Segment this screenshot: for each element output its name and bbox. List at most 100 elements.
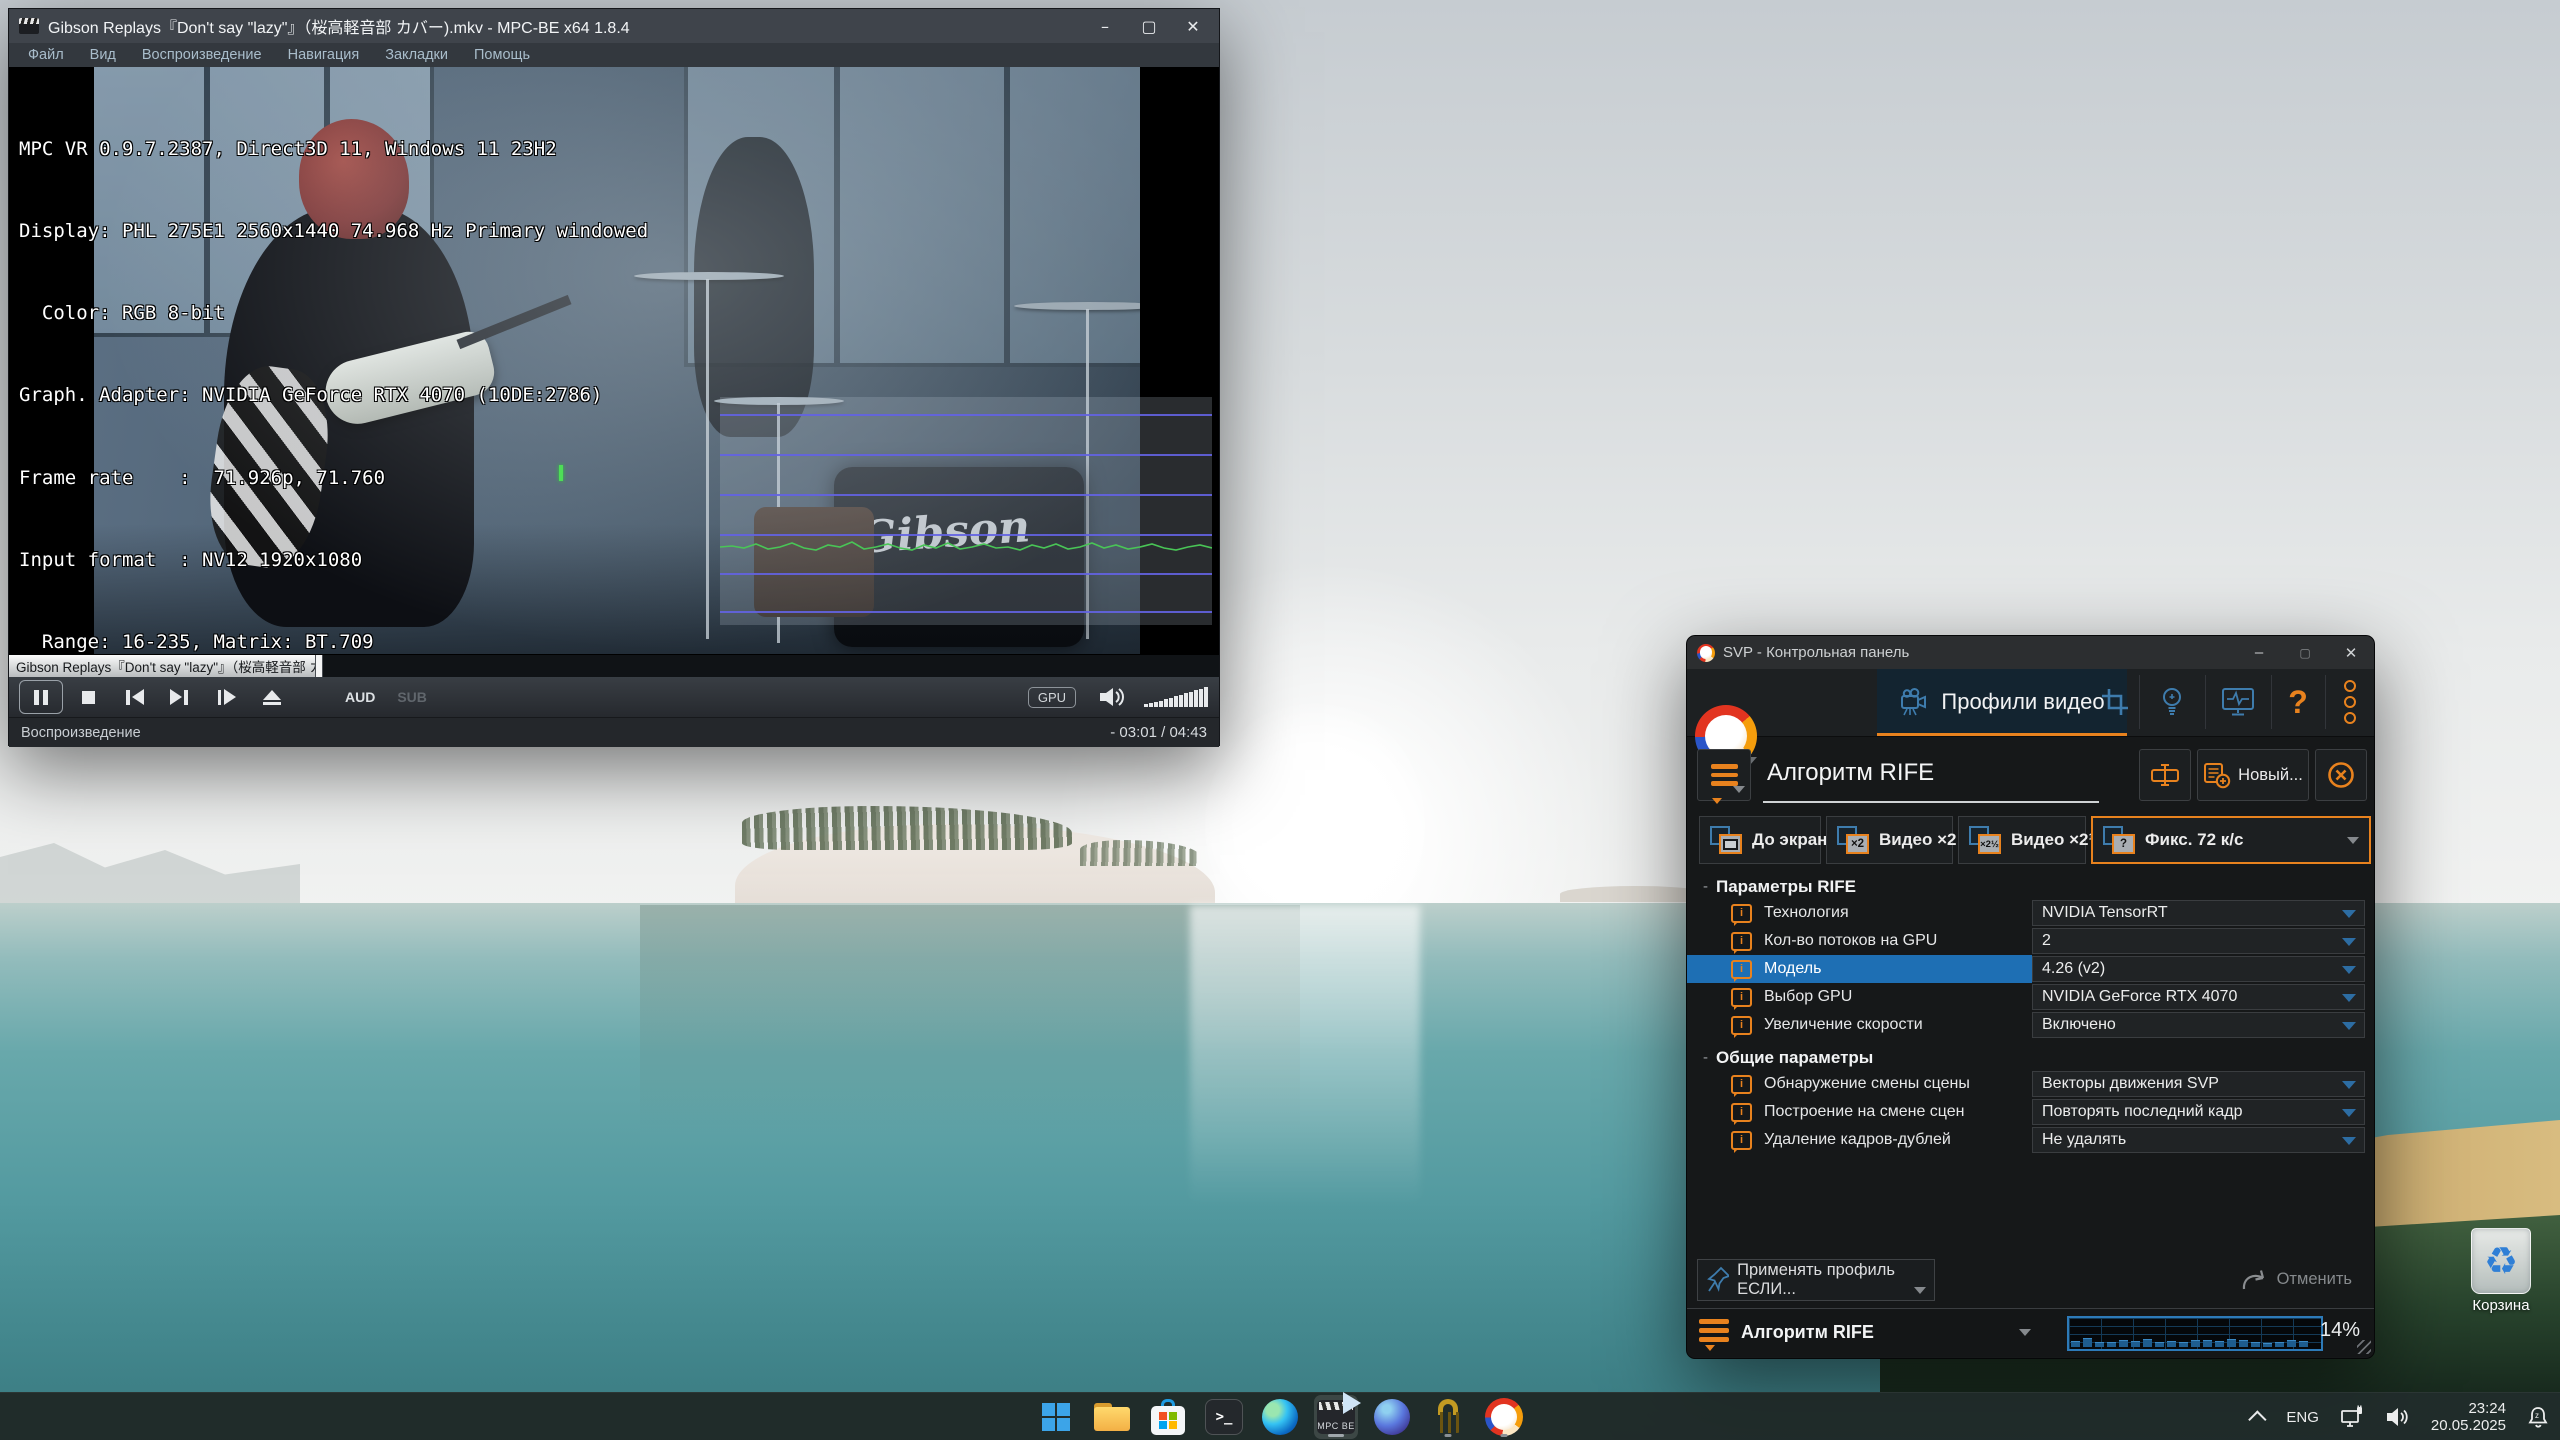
info-icon: i	[1731, 1131, 1752, 1150]
preset-fixed-72fps[interactable]: ? Фикс. 72 к/с	[2091, 816, 2371, 864]
preset-video-x2[interactable]: ×2 Видео ×2	[1826, 816, 1953, 864]
delete-profile-button[interactable]	[2315, 749, 2367, 801]
speed-boost-dropdown[interactable]: Включено	[2032, 1012, 2365, 1038]
stop-button[interactable]	[67, 681, 109, 713]
gpu-threads-dropdown[interactable]: 2	[2032, 928, 2365, 954]
crop-tool-button[interactable]	[2091, 669, 2139, 735]
taskbar-microsoft-store[interactable]	[1146, 1395, 1190, 1439]
row-duplicate-removal[interactable]: i Удаление кадров-дублей Не удалять	[1687, 1126, 2374, 1154]
preset-dropdown-caret[interactable]	[2347, 837, 2359, 844]
maximize-button[interactable]: ▢	[1127, 11, 1171, 41]
row-scene-change-frames[interactable]: i Построение на смене сцен Повторять пос…	[1687, 1098, 2374, 1126]
volume-slider[interactable]	[1144, 687, 1209, 707]
taskbar-edge[interactable]	[1258, 1395, 1302, 1439]
video-area[interactable]: Gibson MPC	[9, 67, 1219, 654]
kebab-menu-icon	[2344, 680, 2356, 724]
row-gpu-threads[interactable]: i Кол-во потоков на GPU 2	[1687, 927, 2374, 955]
row-scene-detection[interactable]: i Обнаружение смены сцены Векторы движен…	[1687, 1070, 2374, 1098]
menu-file[interactable]: Файл	[15, 47, 77, 63]
minimize-button[interactable]: –	[1083, 11, 1127, 41]
taskbar-terminal[interactable]: >_	[1202, 1395, 1246, 1439]
gpu-indicator-button[interactable]: GPU	[1028, 687, 1076, 708]
scene-change-dropdown[interactable]: Повторять последний кадр	[2032, 1099, 2365, 1125]
menu-playback[interactable]: Воспроизведение	[129, 47, 275, 63]
menu-bookmarks[interactable]: Закладки	[372, 47, 461, 63]
svp-titlebar[interactable]: SVP - Контрольная панель – ▢ ✕	[1687, 636, 2374, 669]
profile-name-input[interactable]: Алгоритм RIFE	[1767, 759, 1934, 787]
resize-grip[interactable]	[2357, 1340, 2371, 1354]
running-indicator	[1445, 1434, 1452, 1437]
row-model[interactable]: i Модель 4.26 (v2)	[1687, 955, 2374, 983]
performance-monitor-button[interactable]	[2205, 669, 2271, 735]
settings-tree: - Параметры RIFE i Технология NVIDIA Ten…	[1687, 874, 2374, 1154]
close-button[interactable]: ✕	[1171, 11, 1215, 41]
start-button[interactable]	[1034, 1395, 1078, 1439]
previous-button[interactable]	[113, 681, 155, 713]
minimize-button[interactable]: –	[2236, 636, 2282, 669]
apply-profile-if-button[interactable]: Применять профиль ЕСЛИ...	[1697, 1259, 1935, 1301]
dropdown-caret	[2342, 966, 2356, 974]
stop-icon	[82, 691, 95, 704]
taskbar-mpc-be[interactable]: MPC BE	[1314, 1395, 1358, 1439]
dropdown-value: 2	[2042, 932, 2051, 950]
model-dropdown[interactable]: 4.26 (v2)	[2032, 956, 2365, 982]
profile-menu-button[interactable]	[1697, 749, 1751, 801]
section-rife-params[interactable]: - Параметры RIFE	[1687, 874, 2374, 899]
rename-profile-button[interactable]	[2139, 749, 2191, 801]
menu-navigation[interactable]: Навигация	[275, 47, 373, 63]
notification-center-button[interactable]: z	[2526, 1404, 2550, 1430]
new-profile-button[interactable]: Новый...	[2197, 749, 2309, 801]
footer-profile-menu[interactable]	[1699, 1319, 1729, 1342]
row-speed-boost[interactable]: i Увеличение скорости Включено	[1687, 1011, 2374, 1039]
next-button[interactable]	[159, 681, 201, 713]
undo-button[interactable]: Отменить	[2239, 1266, 2352, 1292]
video-camera-icon	[1899, 688, 1929, 716]
subtitle-track-button[interactable]: SUB	[397, 689, 427, 705]
row-gpu-select[interactable]: i Выбор GPU NVIDIA GeForce RTX 4070	[1687, 983, 2374, 1011]
duplicate-removal-dropdown[interactable]: Не удалять	[2032, 1127, 2365, 1153]
technology-dropdown[interactable]: NVIDIA TensorRT	[2032, 900, 2365, 926]
eject-icon	[263, 690, 281, 705]
hidden-icons-chevron[interactable]	[2249, 1410, 2267, 1428]
taskbar-sphere-app[interactable]	[1370, 1395, 1414, 1439]
crop-icon	[2100, 687, 2130, 717]
preset-video-x25[interactable]: ×2½ Видео ×2½	[1958, 816, 2086, 864]
lightbulb-icon	[2159, 686, 2185, 718]
seekbar-position-marker[interactable]	[315, 655, 323, 677]
recycle-bin[interactable]: ♻ Корзина	[2446, 1228, 2556, 1324]
tab-video-profiles[interactable]: Профили видео	[1877, 669, 2127, 735]
taskbar-file-explorer[interactable]	[1090, 1395, 1134, 1439]
gpu-select-dropdown[interactable]: NVIDIA GeForce RTX 4070	[2032, 984, 2365, 1010]
clock[interactable]: 23:24 20.05.2025	[2431, 1400, 2506, 1434]
recycle-bin-label: Корзина	[2446, 1297, 2556, 1314]
mute-button[interactable]	[1098, 686, 1126, 708]
seekbar[interactable]: Gibson Replays『Don't say "lazy"』（桜高軽音部 カ…	[9, 654, 1219, 677]
tips-button[interactable]	[2139, 669, 2205, 735]
preset-video-x25-icon: ×2½	[1969, 826, 2001, 854]
language-indicator[interactable]: ENG	[2286, 1409, 2319, 1426]
audio-track-button[interactable]: AUD	[345, 689, 375, 705]
mpc-titlebar[interactable]: Gibson Replays『Don't say "lazy"』（桜高軽音部 カ…	[9, 9, 1219, 43]
apply-dropdown-caret	[1914, 1287, 1926, 1294]
menu-view[interactable]: Вид	[77, 47, 129, 63]
menu-help[interactable]: Помощь	[461, 47, 543, 63]
preset-to-screen[interactable]: До экрана	[1699, 816, 1821, 864]
section-common-params[interactable]: - Общие параметры	[1687, 1045, 2374, 1070]
eject-button[interactable]	[251, 681, 293, 713]
taskbar-password-manager[interactable]	[1426, 1395, 1470, 1439]
row-technology[interactable]: i Технология NVIDIA TensorRT	[1687, 899, 2374, 927]
svp-footer: Алгоритм RIFE 14%	[1687, 1309, 2374, 1357]
maximize-button[interactable]: ▢	[2282, 636, 2328, 669]
more-menu-button[interactable]	[2325, 669, 2374, 735]
volume-tray-button[interactable]	[2385, 1406, 2411, 1428]
performance-graph	[2067, 1316, 2323, 1351]
footer-dropdown-caret[interactable]	[2019, 1329, 2031, 1336]
scene-detection-dropdown[interactable]: Векторы движения SVP	[2032, 1071, 2365, 1097]
taskbar-svp[interactable]	[1482, 1395, 1526, 1439]
help-button[interactable]: ?	[2271, 669, 2325, 735]
frame-step-button[interactable]	[205, 681, 247, 713]
pause-button[interactable]	[19, 680, 63, 714]
svp-logo-icon	[1697, 644, 1715, 662]
close-button[interactable]: ✕	[2328, 636, 2374, 669]
network-tray-button[interactable]	[2339, 1405, 2365, 1429]
